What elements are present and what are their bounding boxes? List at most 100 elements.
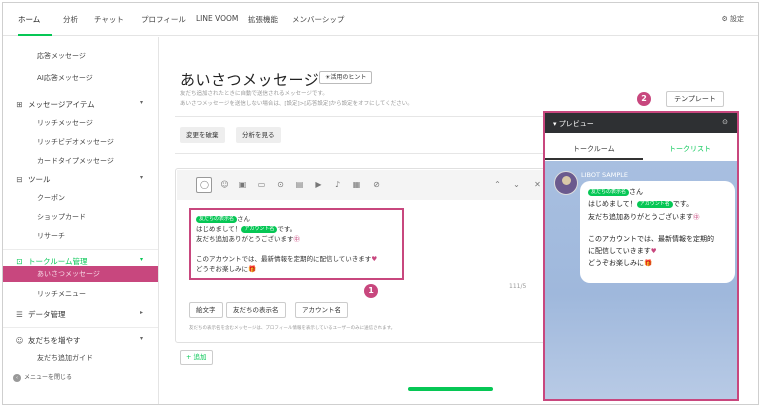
sticker-icon[interactable]: ☺	[220, 180, 229, 189]
annotation-badge-1: 1	[364, 284, 378, 298]
bubble-line: 友だち追加ありがとうございます㊥	[588, 211, 700, 222]
rich-message-icon[interactable]: ▤	[295, 180, 304, 189]
message-textarea[interactable]: 友だちの表示名 さん はじめまして！ アカウント名 です。 友だち追加ありがとうござい…	[189, 208, 404, 280]
nav-membership[interactable]: メンバーシップ	[292, 14, 344, 25]
sidebar-item-auto-reply[interactable]: 応答メッセージ	[37, 51, 86, 61]
video-icon[interactable]: ⊙	[276, 180, 285, 189]
emoji-icon: ㊥	[693, 213, 700, 221]
bubble-line: 友だちの表示名 さん	[588, 187, 643, 197]
emoji-icon: ㊥	[293, 235, 301, 243]
bubble-line: に配信していきます♥	[588, 246, 657, 256]
sidebar-section-data[interactable]: ☰ データ管理 ▸	[15, 309, 155, 320]
tab-talklist[interactable]: トークリスト	[669, 144, 711, 154]
chat-preview: LIBOT SAMPLE 友だちの表示名 さん はじめまして！ アカウント名 です。 …	[545, 161, 737, 399]
description-line: 友だち追加されたときに自動で送信されるメッセージです。	[180, 91, 328, 97]
sidebar-item-research[interactable]: リサーチ	[37, 231, 65, 241]
nav-extensions[interactable]: 拡張機能	[248, 14, 278, 25]
sidebar-section-message-items[interactable]: ⊞ メッセージアイテム ▾	[15, 99, 155, 110]
view-analytics-button[interactable]: 分析を見る	[236, 127, 281, 143]
card-message-icon[interactable]: ▦	[352, 180, 361, 189]
sidebar-section-label: ツール	[28, 175, 51, 184]
sidebar-item-shop-card[interactable]: ショップカード	[37, 212, 86, 222]
friend-name-note: 友だちの表示名を含むメッセージは、プロフィール情報を表示しているユーザーのみに送…	[189, 326, 396, 331]
message-line: このアカウントでは、最新情報を定期的に配信していきます♥	[196, 253, 377, 263]
sidebar-item-rich-message[interactable]: リッチメッセージ	[37, 118, 93, 128]
san-text: さん	[237, 215, 251, 223]
message-line: どうぞお楽しみに🎁	[196, 263, 256, 273]
bubble-line: はじめまして！ アカウント名 です。	[588, 199, 693, 209]
chevron-down-icon[interactable]: ⌄	[512, 180, 521, 189]
heart-mail-icon: ♥	[650, 247, 657, 255]
chevron-up-icon[interactable]: ⌃	[493, 180, 502, 189]
greeting-suffix: です。	[277, 225, 297, 233]
settings-link[interactable]: ⚙ 設定	[721, 14, 744, 24]
preview-panel: ▾ プレビュー ⊙ トークルーム トークリスト LIBOT SAMPLE 友だち…	[543, 111, 739, 401]
hint-button[interactable]: ☀活用のヒント	[319, 71, 373, 84]
sidebar-item-rich-video[interactable]: リッチビデオメッセージ	[37, 137, 114, 147]
message-line: はじめまして！ アカウント名 です。	[196, 223, 296, 233]
settings-icon[interactable]: ⊙	[722, 118, 728, 126]
message-line: 友だちの表示名 さん	[196, 213, 250, 223]
active-tab-indicator	[545, 158, 643, 160]
enjoy-text: どうぞお楽しみに	[196, 265, 248, 273]
text-message-icon[interactable]: ◯	[200, 180, 209, 189]
insert-emoji-button[interactable]: 絵文字	[189, 302, 223, 318]
sidebar-item-greeting-message[interactable]: あいさつメッセージ	[3, 266, 158, 282]
chevron-down-icon: ▾	[139, 174, 143, 181]
rich-video-icon[interactable]: ▶	[314, 180, 323, 189]
caret-down-icon: ▾	[553, 120, 557, 128]
insert-friend-name-button[interactable]: 友だちの表示名	[226, 302, 286, 318]
nav-profile[interactable]: プロフィール	[141, 14, 186, 25]
sidebar: 応答メッセージ AI応答メッセージ ⊞ メッセージアイテム ▾ リッチメッセージ …	[3, 37, 159, 404]
chevron-right-icon: ▸	[139, 309, 143, 316]
info-text: このアカウントでは、最新情報を定期的	[588, 235, 714, 243]
sidebar-section-tools[interactable]: ⊟ ツール ▾	[15, 174, 155, 185]
heart-mail-icon: ♥	[371, 255, 378, 263]
talkroom-icon: ⊡	[16, 257, 23, 266]
nav-line-voom[interactable]: LINE VOOM	[196, 14, 238, 23]
save-bar[interactable]	[408, 387, 493, 391]
sidebar-item-coupon[interactable]: クーポン	[37, 193, 65, 203]
chevron-down-icon: ▾	[139, 335, 143, 342]
preview-label: プレビュー	[558, 120, 594, 128]
page-title: あいさつメッセージ	[180, 71, 320, 89]
tab-talkroom[interactable]: トークルーム	[573, 144, 615, 154]
sidebar-item-friend-guide[interactable]: 友だち追加ガイド	[37, 353, 93, 363]
sidebar-section-label: メッセージアイテム	[28, 100, 95, 109]
hint-label: 活用のヒント	[330, 74, 367, 81]
gear-icon: ⚙	[721, 15, 728, 23]
description-line: あいさつメッセージを送信しない場合は、[設定]>[応答設定]から設定をオフにして…	[180, 101, 413, 107]
close-menu-label: メニューを閉じる	[24, 374, 73, 381]
sidebar-item-ai-reply[interactable]: AI応答メッセージ	[37, 73, 93, 83]
message-item-icon: ⊞	[16, 100, 23, 109]
bot-name: LIBOT SAMPLE	[581, 171, 628, 179]
audio-icon[interactable]: ♪	[333, 180, 342, 189]
insert-account-name-button[interactable]: アカウント名	[295, 302, 348, 318]
divider	[175, 116, 545, 117]
coupon-icon[interactable]: ▭	[257, 180, 266, 189]
sidebar-item-card-message[interactable]: カードタイプメッセージ	[37, 156, 114, 166]
sidebar-item-rich-menu[interactable]: リッチメニュー	[37, 289, 86, 299]
nav-analytics[interactable]: 分析	[63, 14, 78, 25]
image-icon[interactable]: ▣	[238, 180, 247, 189]
close-menu-button[interactable]: ‹ メニューを閉じる	[13, 372, 72, 382]
add-message-button[interactable]: + 追加	[180, 350, 213, 365]
nav-active-indicator	[18, 34, 52, 36]
tools-icon: ⊟	[16, 175, 23, 184]
preview-tabs: トークルーム トークリスト	[545, 133, 737, 161]
thanks-text: 友だち追加ありがとうございます	[196, 235, 294, 243]
preview-header[interactable]: ▾ プレビュー ⊙	[545, 113, 737, 133]
greeting-prefix: はじめまして！	[588, 200, 637, 208]
link-icon[interactable]: ⊘	[372, 180, 381, 189]
gift-icon: 🎁	[248, 265, 257, 273]
gift-icon: 🎁	[644, 259, 653, 267]
nav-chat[interactable]: チャット	[94, 14, 124, 25]
discard-changes-button[interactable]: 変更を破棄	[180, 127, 225, 143]
friend-name-tag: 友だちの表示名	[588, 188, 630, 196]
close-icon[interactable]: ✕	[533, 180, 542, 189]
nav-home[interactable]: ホーム	[18, 14, 40, 25]
divider	[175, 153, 545, 154]
sidebar-section-add-friends[interactable]: ☺ 友だちを増やす ▾	[15, 335, 155, 346]
template-button[interactable]: テンプレート	[666, 91, 724, 107]
divider	[3, 327, 158, 328]
